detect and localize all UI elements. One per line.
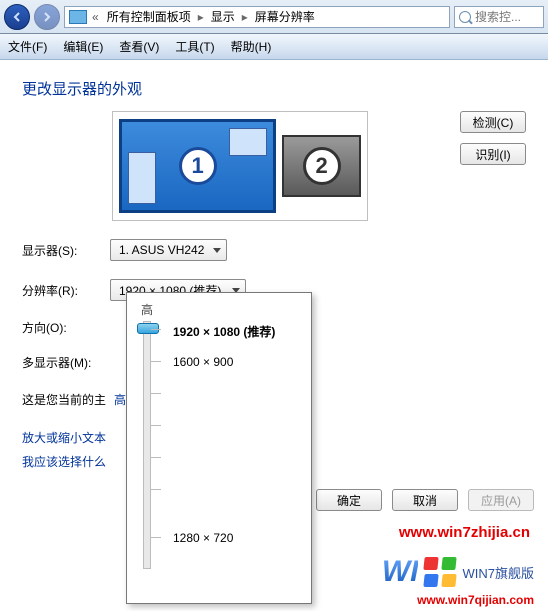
identify-button[interactable]: 识别(I)	[460, 143, 526, 165]
resolution-label: 分辨率(R):	[22, 282, 102, 299]
slider-tick	[151, 537, 161, 538]
res-option-720[interactable]: 1280 × 720	[173, 531, 233, 545]
chevron-down-icon	[213, 248, 221, 253]
menu-file[interactable]: 文件(F)	[8, 38, 47, 55]
detect-button[interactable]: 检测(C)	[460, 111, 526, 133]
slider-top-label: 高	[127, 301, 167, 318]
menu-help[interactable]: 帮助(H)	[231, 38, 272, 55]
breadcrumb[interactable]: « 所有控制面板项 ▸ 显示 ▸ 屏幕分辨率	[64, 6, 450, 28]
breadcrumb-item-3[interactable]: 屏幕分辨率	[252, 8, 318, 25]
page-title: 更改显示器的外观	[22, 78, 526, 99]
monitor-preview[interactable]: 1 2	[112, 111, 368, 221]
menu-tools[interactable]: 工具(T)	[175, 38, 214, 55]
watermark-logo-row: WI WIN7旗舰版	[382, 555, 534, 589]
slider-tick	[151, 425, 161, 426]
menu-bar: 文件(F) 编辑(E) 查看(V) 工具(T) 帮助(H)	[0, 34, 548, 60]
monitor-1-number: 1	[179, 147, 217, 185]
multi-display-label: 多显示器(M):	[22, 354, 102, 371]
address-bar: « 所有控制面板项 ▸ 显示 ▸ 屏幕分辨率 搜索控...	[0, 0, 548, 34]
slider-tick	[151, 361, 161, 362]
search-input[interactable]: 搜索控...	[454, 6, 544, 28]
watermark-brand: WIN7旗舰版	[462, 563, 534, 582]
slider-tick	[151, 329, 161, 330]
search-placeholder: 搜索控...	[475, 8, 521, 25]
watermark-url-1: www.win7zhijia.cn	[399, 524, 530, 541]
resolution-popup[interactable]: 高 1920 × 1080 (推荐) 1600 × 900 1280 × 720	[126, 292, 312, 604]
breadcrumb-root-chevron[interactable]: «	[89, 10, 102, 24]
forward-button[interactable]	[34, 4, 60, 30]
control-panel-icon	[69, 10, 87, 24]
monitor-2[interactable]: 2	[282, 135, 361, 197]
resolution-slider-track[interactable]	[143, 321, 151, 569]
menu-view[interactable]: 查看(V)	[119, 38, 159, 55]
ok-button[interactable]: 确定	[316, 489, 382, 511]
breadcrumb-item-1[interactable]: 所有控制面板项	[104, 8, 194, 25]
orientation-label: 方向(O):	[22, 319, 102, 336]
cancel-button[interactable]: 取消	[392, 489, 458, 511]
display-value: 1. ASUS VH242	[119, 243, 204, 257]
menu-edit[interactable]: 编辑(E)	[63, 38, 103, 55]
monitor-2-number: 2	[303, 147, 341, 185]
watermark-logo-text: WI	[382, 555, 419, 589]
search-icon	[459, 11, 471, 23]
windows-flag-icon	[424, 557, 456, 587]
display-combo[interactable]: 1. ASUS VH242	[110, 239, 227, 261]
chevron-right-icon: ▸	[240, 10, 250, 24]
chevron-right-icon: ▸	[196, 10, 206, 24]
back-button[interactable]	[4, 4, 30, 30]
mini-window-icon	[229, 128, 267, 156]
monitor-layout-row: 1 2 检测(C) 识别(I)	[22, 111, 526, 221]
res-option-1080[interactable]: 1920 × 1080 (推荐)	[173, 323, 275, 340]
watermark-url-2: www.win7qijian.com	[417, 593, 534, 607]
taskbar-icon	[128, 152, 156, 204]
current-monitor-text: 这是您当前的主	[22, 391, 106, 408]
monitor-1[interactable]: 1	[119, 119, 276, 213]
slider-tick	[151, 489, 161, 490]
slider-tick	[151, 393, 161, 394]
res-option-900[interactable]: 1600 × 900	[173, 355, 233, 369]
dialog-buttons: 确定 取消 应用(A)	[316, 489, 534, 511]
apply-button[interactable]: 应用(A)	[468, 489, 534, 511]
slider-tick	[151, 457, 161, 458]
breadcrumb-item-2[interactable]: 显示	[208, 8, 238, 25]
display-label: 显示器(S):	[22, 242, 102, 259]
